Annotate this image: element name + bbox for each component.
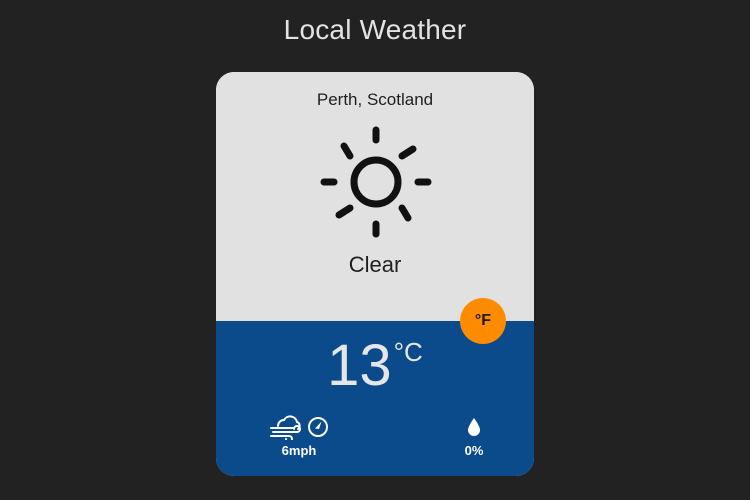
wind-stat: 6mph [254, 413, 344, 458]
temperature-display: 13°C [216, 337, 534, 395]
wind-direction-icon [308, 417, 328, 437]
weather-card-top: Perth, Scotland Clear [216, 72, 534, 321]
wind-speed-value: 6mph [281, 443, 317, 458]
precipitation-icons [436, 413, 512, 441]
precipitation-stat: 0% [436, 413, 512, 458]
temperature-value: 13 [327, 333, 392, 398]
location-label: Perth, Scotland [316, 90, 434, 109]
wind-icons [254, 413, 344, 441]
droplet-icon [468, 418, 480, 436]
weather-card-bottom: 13°C 6mph 0% [216, 321, 534, 476]
weather-card: Perth, Scotland Clear 13°C 6mph 0% °F [216, 72, 534, 476]
condition-label: Clear [348, 252, 402, 277]
temperature-unit: °C [393, 337, 423, 367]
page-title: Local Weather [283, 14, 467, 45]
precipitation-value: 0% [464, 443, 484, 458]
wind-cloud-icon [270, 415, 301, 440]
page: Local Weather Perth, Scotland Clear 13°C… [0, 0, 750, 500]
unit-toggle-button[interactable]: °F [460, 298, 506, 344]
sun-icon [320, 126, 432, 238]
